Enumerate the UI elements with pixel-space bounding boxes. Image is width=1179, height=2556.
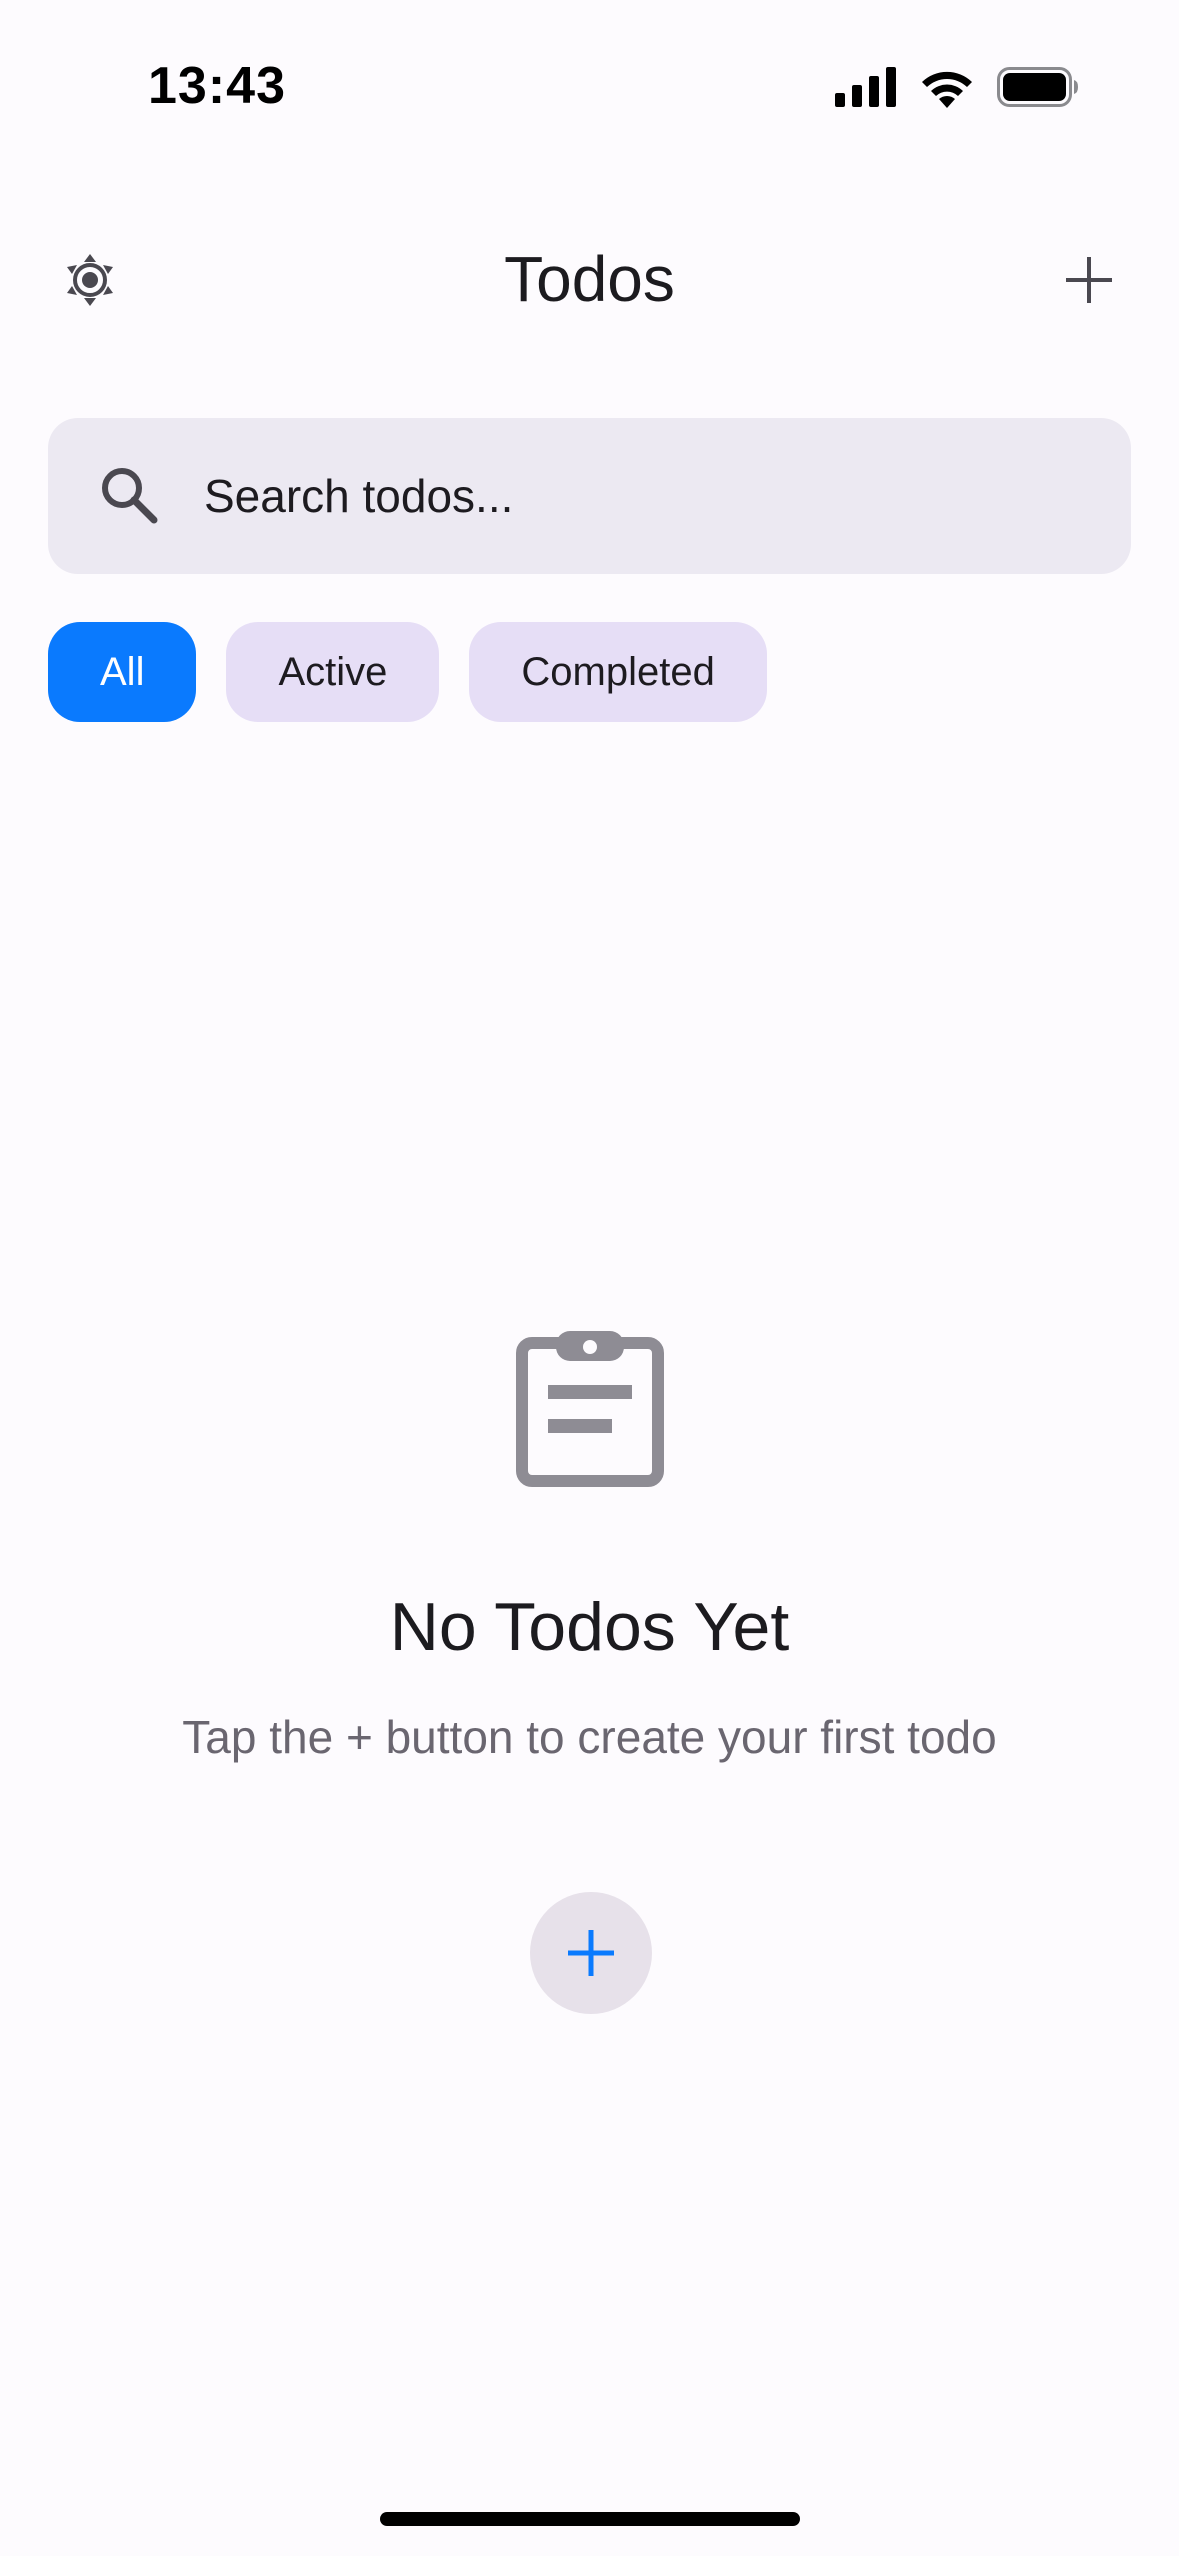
plus-icon bbox=[568, 1930, 614, 1976]
clipboard-icon bbox=[516, 1331, 664, 1487]
wifi-icon bbox=[922, 71, 972, 108]
filter-chips: All Active Completed bbox=[48, 622, 767, 722]
battery-icon bbox=[997, 67, 1078, 107]
create-todo-button[interactable] bbox=[530, 1892, 652, 2014]
status-bar: 13:43 bbox=[0, 0, 1179, 170]
search-input[interactable] bbox=[204, 458, 1084, 534]
signal-icon bbox=[835, 67, 896, 107]
plus-icon bbox=[1066, 257, 1112, 303]
filter-chip-all[interactable]: All bbox=[48, 622, 197, 722]
filter-chip-completed[interactable]: Completed bbox=[469, 622, 767, 722]
status-icons bbox=[835, 62, 1079, 112]
empty-state-title: No Todos Yet bbox=[389, 1589, 790, 1665]
filter-chip-active[interactable]: Active bbox=[226, 622, 440, 722]
status-time: 13:43 bbox=[148, 57, 286, 115]
home-indicator[interactable] bbox=[380, 2512, 800, 2526]
empty-state-subtitle: Tap the + button to create your first to… bbox=[182, 1711, 997, 1763]
add-todo-button[interactable] bbox=[1049, 240, 1129, 320]
page-title: Todos bbox=[504, 243, 675, 315]
app-bar: Todos bbox=[0, 220, 1179, 330]
search-icon bbox=[102, 468, 158, 524]
search-bar[interactable] bbox=[48, 418, 1131, 574]
